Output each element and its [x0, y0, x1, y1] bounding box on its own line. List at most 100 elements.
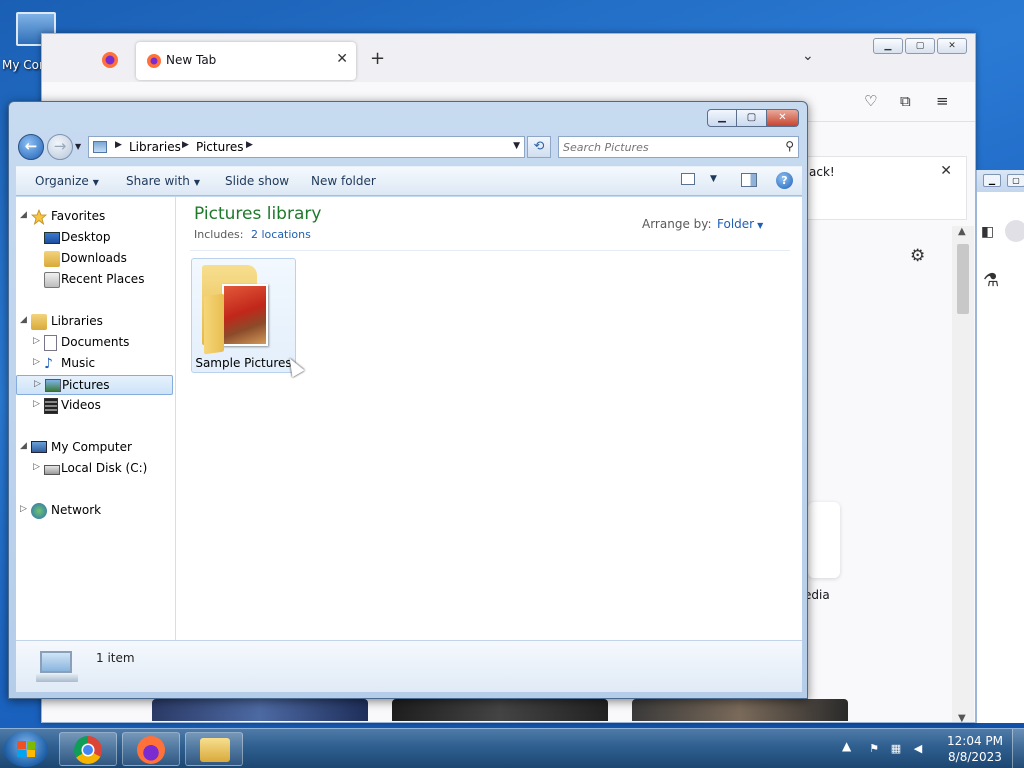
scrollbar[interactable]: ▲ ▼	[952, 226, 974, 722]
sidebar-item-pictures[interactable]: ▷ Pictures	[16, 375, 173, 395]
sidebar-item-my-computer[interactable]: ◢ My Computer	[16, 438, 173, 458]
sidebar-item-libraries[interactable]: ◢ Libraries	[16, 312, 173, 332]
sidebar-label: Videos	[61, 398, 101, 412]
breadcrumb-pictures[interactable]: Pictures	[196, 140, 244, 154]
arrange-by-dropdown[interactable]: Folder ▼	[717, 217, 763, 231]
search-icon[interactable]: ⚲	[785, 139, 794, 153]
show-desktop-button[interactable]	[1012, 729, 1024, 768]
preview-pane-icon[interactable]	[741, 173, 757, 187]
expand-icon[interactable]: ◢	[20, 210, 27, 220]
close-tab-icon[interactable]: ✕	[336, 51, 348, 67]
new-folder-button[interactable]: New folder	[311, 174, 376, 188]
collapse-icon[interactable]: ▷	[33, 336, 40, 346]
extensions-icon[interactable]: ⧉	[900, 92, 911, 110]
organize-label: Organize	[35, 174, 89, 188]
navigation-bar: ← → ▼ ▶ Libraries ▶ Pictures ▶ ▼ ⟲ ⚲	[9, 132, 807, 164]
star-icon	[31, 209, 47, 225]
sidebar-item-documents[interactable]: ▷ Documents	[16, 333, 173, 353]
flask-icon[interactable]: ⚗	[983, 270, 999, 291]
library-locations-link[interactable]: 2 locations	[251, 228, 311, 241]
taskbar-chrome[interactable]	[59, 732, 117, 766]
minimize-button[interactable]: ▁	[707, 109, 737, 127]
folder-sample-pictures[interactable]: Sample Pictures	[191, 258, 305, 378]
sidebar-item-recent-places[interactable]: Recent Places	[16, 270, 173, 290]
chrome-icon	[74, 736, 102, 764]
close-button[interactable]: ✕	[767, 109, 799, 127]
forward-button[interactable]: →	[47, 134, 73, 160]
breadcrumb-libraries[interactable]: Libraries	[129, 140, 181, 154]
close-icon[interactable]: ✕	[940, 163, 952, 179]
breadcrumb-chevron-icon[interactable]: ▶	[246, 140, 253, 150]
minimize-button[interactable]: ▁	[983, 174, 1001, 187]
sidebar-item-network[interactable]: ▷ Network	[16, 501, 173, 521]
pocket-icon[interactable]: ♡	[864, 92, 877, 110]
share-with-button[interactable]: Share with ▼	[126, 174, 200, 188]
collapse-icon[interactable]: ▷	[20, 504, 27, 514]
search-box[interactable]: ⚲	[558, 136, 799, 158]
maximize-button[interactable]: ▢	[905, 38, 935, 54]
organize-button[interactable]: Organize ▼	[35, 174, 99, 188]
maximize-button[interactable]: ▢	[737, 109, 767, 127]
expand-icon[interactable]: ◢	[20, 441, 27, 451]
story-thumbnail[interactable]	[152, 699, 368, 721]
tab-title: New Tab	[166, 53, 217, 67]
search-input[interactable]	[563, 139, 773, 155]
shortcut-tile[interactable]	[808, 502, 840, 578]
address-bar[interactable]: ▶ Libraries ▶ Pictures ▶ ▼	[88, 136, 525, 158]
change-view-icon[interactable]	[681, 173, 695, 185]
slide-show-button[interactable]: Slide show	[225, 174, 289, 188]
close-button[interactable]: ✕	[937, 38, 967, 54]
new-tab-button[interactable]: +	[370, 48, 385, 69]
taskbar-file-explorer[interactable]	[185, 732, 243, 766]
menu-icon[interactable]: ≡	[936, 92, 949, 110]
start-button[interactable]	[4, 731, 48, 767]
sidebar-item-downloads[interactable]: Downloads	[16, 249, 173, 269]
collapse-icon[interactable]: ▷	[34, 379, 41, 389]
maximize-button[interactable]: ▢	[1007, 174, 1024, 187]
sidebar-label: Favorites	[51, 209, 106, 223]
sidebar-item-local-disk[interactable]: ▷ Local Disk (C:)	[16, 459, 173, 479]
expand-icon[interactable]: ◢	[20, 315, 27, 325]
avatar[interactable]	[1005, 220, 1024, 242]
scroll-up-icon[interactable]: ▲	[958, 226, 966, 237]
sidebar-item-music[interactable]: ▷ ♪ Music	[16, 354, 173, 374]
sidebar-item-videos[interactable]: ▷ Videos	[16, 396, 173, 416]
address-dropdown-icon[interactable]: ▼	[513, 141, 520, 151]
sidebar-icon[interactable]: ◧	[981, 224, 994, 240]
page-title: Pictures library	[194, 204, 322, 224]
network-icon[interactable]: ▦	[888, 741, 904, 757]
gear-icon[interactable]: ⚙	[910, 246, 925, 266]
sidebar-item-desktop[interactable]: Desktop	[16, 228, 173, 248]
view-options-icon[interactable]: ▼	[710, 174, 717, 184]
help-icon[interactable]: ?	[776, 172, 793, 189]
sidebar-label: Network	[51, 503, 102, 517]
breadcrumb-chevron-icon[interactable]: ▶	[182, 140, 189, 150]
story-thumbnail[interactable]	[632, 699, 848, 721]
scrollbar-thumb[interactable]	[957, 244, 969, 314]
arrange-by-label: Arrange by:	[642, 217, 712, 231]
sidebar-label: Libraries	[51, 314, 103, 328]
clock[interactable]: 12:04 PM 8/8/2023	[940, 733, 1010, 765]
tab-new-tab[interactable]: New Tab ✕	[136, 42, 356, 80]
breadcrumb-chevron-icon[interactable]: ▶	[115, 140, 122, 150]
collapse-icon[interactable]: ▷	[33, 357, 40, 367]
story-thumbnail[interactable]	[392, 699, 608, 721]
taskbar-firefox[interactable]	[122, 732, 180, 766]
firefox-icon	[102, 52, 118, 68]
music-icon: ♪	[44, 356, 53, 372]
back-button[interactable]: ←	[18, 134, 44, 160]
windows-logo-icon	[17, 741, 35, 757]
list-all-tabs-icon[interactable]: ⌄	[802, 48, 814, 64]
minimize-button[interactable]: ▁	[873, 38, 903, 54]
recent-pages-icon[interactable]: ▼	[75, 142, 81, 151]
show-hidden-icons[interactable]: ▲	[842, 739, 851, 753]
refresh-button[interactable]: ⟲	[527, 136, 551, 158]
scroll-down-icon[interactable]: ▼	[958, 713, 966, 722]
action-center-icon[interactable]: ⚑	[866, 741, 882, 757]
firefox-pinned-tab[interactable]	[98, 48, 122, 72]
network-icon	[31, 503, 47, 519]
volume-icon[interactable]: ◀	[910, 741, 926, 757]
sidebar-item-favorites[interactable]: ◢ Favorites	[16, 207, 173, 227]
collapse-icon[interactable]: ▷	[33, 399, 40, 409]
collapse-icon[interactable]: ▷	[33, 462, 40, 472]
